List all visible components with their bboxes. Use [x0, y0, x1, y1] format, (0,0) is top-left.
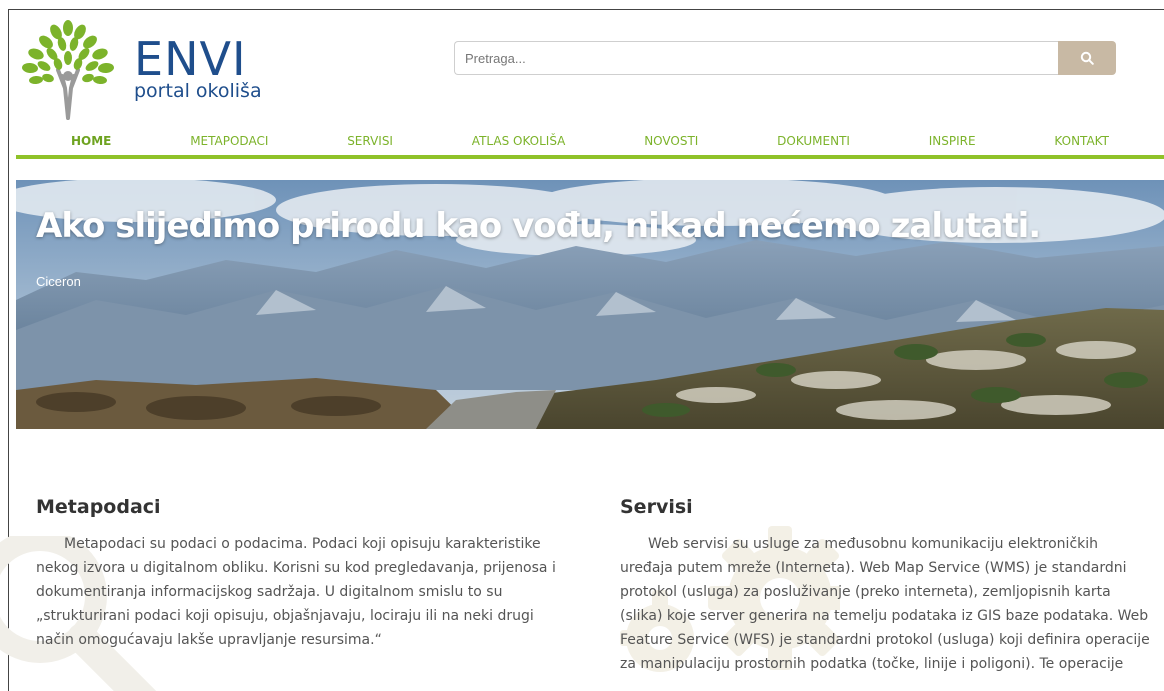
section-title-metapodaci[interactable]: Metapodaci: [36, 496, 576, 518]
logo-tree-icon[interactable]: [18, 18, 118, 122]
search-icon: [1080, 51, 1094, 65]
section-metapodaci: Metapodaci Metapodaci su podaci o podaci…: [0, 496, 576, 691]
nav-item-dokumenti[interactable]: DOKUMENTI: [777, 134, 850, 154]
hero-quote: Ako slijedimo prirodu kao vođu, nikad ne…: [36, 206, 1041, 246]
nav-underline-bar: [16, 155, 1164, 159]
nav-item-home[interactable]: HOME: [71, 134, 111, 154]
search-bar: [454, 41, 1116, 75]
search-input[interactable]: [454, 41, 1058, 75]
nav-item-novosti[interactable]: NOVOSTI: [644, 134, 698, 154]
section-text-servisi: Web servisi su usluge za međusobnu komun…: [620, 536, 1150, 672]
frame-top-border: [8, 9, 1164, 10]
hero-banner: Ako slijedimo prirodu kao vođu, nikad ne…: [16, 180, 1164, 429]
search-button[interactable]: [1058, 41, 1116, 75]
nav-item-atlas-okolisa[interactable]: ATLAS OKOLIŠA: [472, 134, 566, 154]
main-nav: HOME METAPODACI SERVISI ATLAS OKOLIŠA NO…: [16, 134, 1164, 154]
nav-item-kontakt[interactable]: KONTAKT: [1054, 134, 1109, 154]
logo-title[interactable]: ENVI: [134, 36, 247, 82]
hero-quote-author: Ciceron: [36, 274, 81, 289]
section-servisi: Servisi Web servisi su usluge za međusob…: [620, 496, 1150, 676]
nav-item-metapodaci[interactable]: METAPODACI: [190, 134, 268, 154]
section-text-metapodaci: Metapodaci su podaci o podacima. Podaci …: [36, 536, 556, 648]
nav-item-inspire[interactable]: INSPIRE: [929, 134, 976, 154]
logo-subtitle[interactable]: portal okoliša: [134, 80, 262, 102]
nav-item-servisi[interactable]: SERVISI: [347, 134, 393, 154]
